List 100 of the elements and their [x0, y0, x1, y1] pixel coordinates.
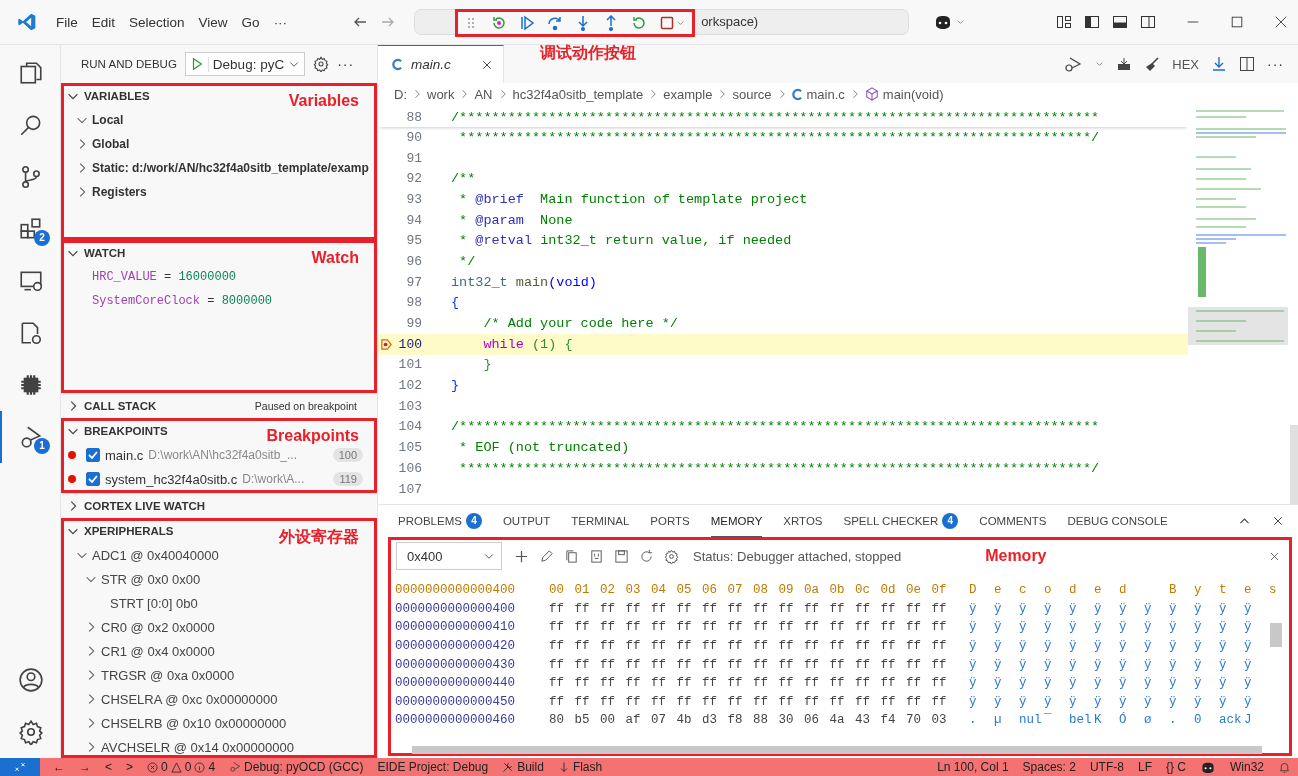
caret-icon[interactable]: [676, 18, 685, 28]
status-item[interactable]: LF: [1137, 760, 1152, 774]
menu-item[interactable]: Selection: [122, 14, 192, 30]
editor-tab[interactable]: main.c: [378, 45, 504, 83]
settings-icon[interactable]: [18, 719, 44, 745]
close-icon[interactable]: [1272, 515, 1284, 527]
bell-icon[interactable]: [1278, 760, 1291, 774]
tree-item[interactable]: CR1 @ 0x4 0x0000: [101, 643, 215, 659]
status-item[interactable]: Ln 100, Col 1: [937, 760, 1009, 774]
status-item[interactable]: >: [126, 760, 134, 774]
activity-item[interactable]: 2: [0, 203, 60, 255]
section-header[interactable]: WATCH: [61, 241, 132, 265]
copilot-icon[interactable]: [1200, 760, 1216, 774]
breadcrumb-item[interactable]: source: [732, 86, 772, 102]
scrollbar[interactable]: [1270, 623, 1282, 647]
step-over-icon[interactable]: [547, 15, 563, 31]
section-header[interactable]: BREAKPOINTS: [61, 419, 174, 443]
scrollbar[interactable]: [1290, 425, 1298, 504]
step-into-icon[interactable]: [575, 15, 591, 31]
breadcrumb-item[interactable]: main(void): [882, 86, 944, 102]
download-arrow-icon[interactable]: [1211, 56, 1227, 72]
close-icon[interactable]: [1274, 15, 1288, 29]
tree-item[interactable]: CHSELRB @ 0x10 0x00000000: [101, 715, 287, 731]
breadcrumb-item[interactable]: D:: [394, 86, 407, 102]
status-item[interactable]: Build: [502, 760, 544, 774]
close-icon[interactable]: [1269, 550, 1280, 562]
tree-item[interactable]: CHSELRA @ 0xc 0x00000000: [101, 691, 278, 707]
panel-tab[interactable]: PORTS: [650, 505, 690, 537]
layout-icon[interactable]: [1056, 14, 1072, 30]
checkbox[interactable]: [86, 448, 100, 462]
sidebar-toggle-icon[interactable]: [1084, 14, 1100, 30]
maximize-icon[interactable]: [1230, 15, 1244, 29]
broom-icon[interactable]: [1144, 56, 1161, 72]
plus-icon[interactable]: [514, 548, 529, 564]
checkbox[interactable]: [86, 472, 100, 486]
section-header[interactable]: VARIABLES: [61, 84, 156, 108]
scrollbar[interactable]: [412, 746, 1262, 754]
watch-expression[interactable]: SystemCoreClock = 8000000: [61, 289, 377, 313]
copy-icon[interactable]: [564, 548, 579, 564]
settings-icon[interactable]: [664, 548, 679, 564]
split-icon[interactable]: [1140, 14, 1156, 30]
breadcrumb-item[interactable]: example: [663, 86, 713, 102]
refresh-icon[interactable]: [639, 548, 654, 564]
section-header[interactable]: XPERIPHERALS: [61, 519, 180, 543]
menu-item[interactable]: View: [191, 14, 235, 30]
status-item[interactable]: Debug: pyOCD (GCC): [229, 760, 364, 774]
status-item[interactable]: ←: [53, 760, 65, 774]
menu-item[interactable]: ···: [266, 14, 295, 30]
continue-icon[interactable]: [519, 15, 535, 31]
tree-item[interactable]: CR0 @ 0x2 0x0000: [101, 619, 215, 635]
more-button[interactable]: ···: [337, 56, 355, 72]
pencil-icon[interactable]: [539, 548, 554, 564]
tree-item[interactable]: Local: [92, 113, 124, 127]
panel-tab[interactable]: MEMORY: [710, 505, 763, 537]
activity-item[interactable]: 1: [0, 411, 60, 463]
menu-item[interactable]: File: [49, 14, 85, 30]
split-icon[interactable]: [1239, 56, 1255, 72]
status-item[interactable]: →: [79, 760, 91, 774]
breakpoint-file[interactable]: main.c: [105, 447, 144, 463]
breadcrumb-item[interactable]: AN: [474, 86, 493, 102]
status-item[interactable]: Flash: [557, 760, 603, 774]
panel-tab[interactable]: COMMENTS: [979, 505, 1047, 537]
panel-tab[interactable]: TERMINAL: [571, 505, 630, 537]
menu-item[interactable]: Edit: [84, 14, 123, 30]
tree-item[interactable]: AVCHSELR @ 0x14 0x00000000: [101, 739, 294, 755]
breakpoint-file[interactable]: system_hc32f4a0sitb.c: [105, 471, 238, 487]
status-item[interactable]: <: [105, 760, 112, 774]
breadcrumb-item[interactable]: work: [427, 86, 455, 102]
status-item[interactable]: UTF-8: [1089, 760, 1124, 774]
tree-item[interactable]: Global: [92, 137, 130, 151]
section-header[interactable]: CALL STACK Paused on breakpoint: [61, 394, 377, 418]
save-icon[interactable]: [614, 548, 629, 564]
address-field[interactable]: 0x400: [396, 542, 502, 570]
status-item[interactable]: EIDE Project: Debug: [377, 760, 489, 774]
debug-config-select[interactable]: Debug: pyC: [184, 52, 306, 76]
tree-item[interactable]: STR @ 0x0 0x00: [101, 571, 201, 587]
caret-icon[interactable]: [956, 17, 966, 27]
settings-icon[interactable]: [313, 56, 330, 72]
menu-item[interactable]: Go: [234, 14, 267, 30]
more-button[interactable]: ···: [1267, 56, 1284, 72]
tree-item[interactable]: TRGSR @ 0xa 0x0000: [101, 667, 235, 683]
restart-icon[interactable]: [631, 15, 647, 31]
account-icon[interactable]: [18, 667, 44, 693]
restart-frame-icon[interactable]: [491, 15, 507, 31]
section-header[interactable]: CORTEX LIVE WATCH: [61, 494, 212, 518]
watch-expression[interactable]: HRC_VALUE = 16000000: [61, 265, 377, 289]
panel-toggle-icon[interactable]: [1112, 14, 1128, 30]
stop-icon[interactable]: [659, 15, 675, 31]
breadcrumb-item[interactable]: main.c: [806, 86, 845, 102]
panel-tab[interactable]: OUTPUT: [502, 505, 551, 537]
status-item[interactable]: Spaces: 2: [1022, 760, 1076, 774]
tree-item[interactable]: Registers: [92, 185, 147, 199]
breadcrumb-item[interactable]: hc32f4a0sitb_template: [512, 86, 644, 102]
status-item[interactable]: Win32: [1230, 760, 1264, 774]
problems-status[interactable]: 0 0 4: [147, 760, 216, 774]
panel-tab[interactable]: SPELL CHECKER 4: [843, 505, 959, 537]
status-item[interactable]: {} C: [1165, 760, 1186, 774]
close-icon[interactable]: [481, 58, 493, 71]
tree-item[interactable]: STRT [0:0] 0b0: [110, 595, 198, 611]
panel-tab[interactable]: PROBLEMS 4: [398, 505, 482, 537]
